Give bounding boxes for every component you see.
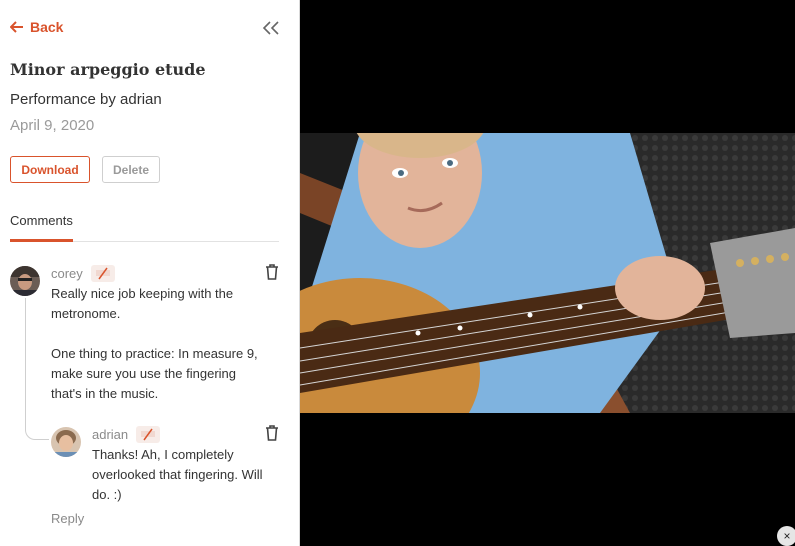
tab-comments[interactable]: Comments	[10, 212, 73, 242]
reply-line: overlooked that fingering. Will	[92, 467, 263, 482]
delete-button[interactable]: Delete	[102, 156, 160, 183]
avatar	[10, 266, 40, 296]
close-icon[interactable]: ×	[777, 526, 795, 546]
reply-line: do. :)	[92, 487, 122, 502]
music-badge-icon	[90, 265, 115, 282]
reply-body: Thanks! Ah, I completely overlooked that…	[92, 445, 287, 505]
performer-line: Performance by adrian	[10, 91, 162, 108]
back-label: Back	[30, 19, 64, 35]
music-badge-icon	[136, 426, 161, 443]
trash-icon[interactable]	[264, 424, 280, 442]
comment-line: One thing to practice: In measure 9,	[51, 346, 258, 361]
video-frame	[300, 133, 795, 413]
thread-connector	[25, 298, 49, 440]
trash-icon[interactable]	[264, 263, 280, 281]
tab-bar: Comments	[10, 212, 279, 242]
comment-author-name: corey	[51, 266, 83, 281]
performance-date: April 9, 2020	[10, 117, 95, 134]
reply-line: Thanks! Ah, I completely	[92, 447, 234, 462]
arrow-left-icon	[10, 21, 23, 33]
reply-link[interactable]: Reply	[51, 511, 84, 526]
comment-author: corey	[51, 265, 115, 282]
comment-spacer	[51, 324, 281, 344]
page-title: Minor arpeggio etude	[10, 60, 206, 79]
back-link[interactable]: Back	[10, 19, 63, 35]
comment-line: metronome.	[51, 306, 121, 321]
double-chevron-left-icon[interactable]	[261, 19, 281, 37]
comment-line: Really nice job keeping with the	[51, 286, 234, 301]
download-button[interactable]: Download	[10, 156, 90, 183]
video-still	[300, 133, 795, 413]
comment-line: make sure you use the fingering	[51, 366, 236, 381]
video-player[interactable]	[300, 0, 795, 546]
reply-author-name: adrian	[92, 427, 129, 442]
sidebar: Back Minor arpeggio etude Performance by…	[0, 0, 300, 546]
reply-author: adrian	[92, 426, 161, 443]
avatar	[51, 427, 81, 457]
comment-line: that's in the music.	[51, 386, 159, 401]
comment-body: Really nice job keeping with the metrono…	[51, 284, 281, 404]
